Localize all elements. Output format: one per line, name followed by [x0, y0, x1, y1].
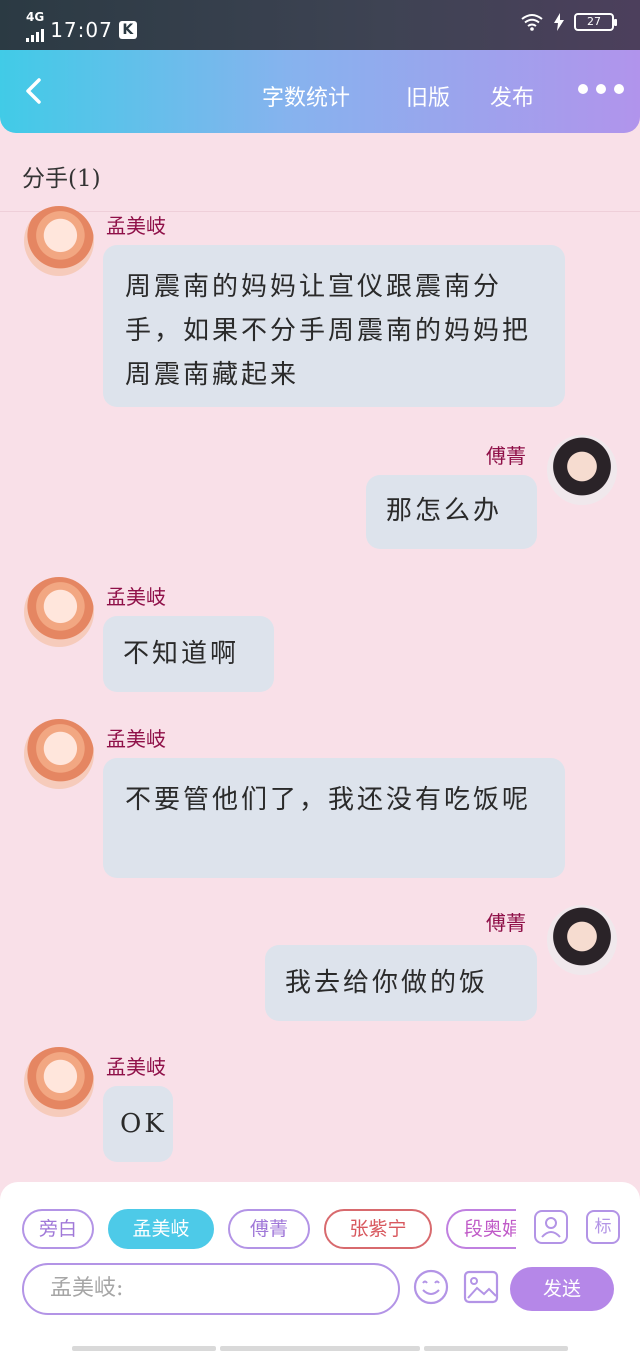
back-icon[interactable] [18, 74, 52, 108]
nav-bar-segment [220, 1346, 420, 1351]
avatar[interactable] [547, 435, 617, 505]
status-right: 27 [520, 13, 617, 31]
speaker-name: 孟美岐 [106, 727, 166, 751]
role-chip-active[interactable]: 孟美岐 [108, 1209, 214, 1249]
tag-button[interactable]: 标 [586, 1210, 620, 1244]
message-bubble[interactable]: 不要管他们了，我还没有吃饭呢 [103, 758, 565, 878]
avatar[interactable] [24, 206, 94, 276]
speaker-name: 孟美岐 [106, 585, 166, 609]
message-bubble[interactable]: 周震南的妈妈让宣仪跟震南分手，如果不分手周震南的妈妈把周震南藏起来 [103, 245, 565, 407]
nav-bar-segment [72, 1346, 216, 1351]
avatar-edit-icon[interactable] [534, 1210, 568, 1244]
avatar[interactable] [24, 1047, 94, 1117]
message-bubble[interactable]: 我去给你做的饭 [265, 945, 537, 1021]
app-badge-icon: K [118, 20, 137, 39]
role-chip[interactable]: 傅菁 [228, 1209, 310, 1249]
battery-icon: 27 [574, 13, 617, 31]
publish-link[interactable]: 发布 [490, 80, 534, 112]
image-icon[interactable] [463, 1270, 499, 1304]
status-bar: 4G 17:07 K 27 [0, 0, 640, 50]
editor-header: 字数统计 旧版 发布 [0, 50, 640, 133]
role-chip-narrator[interactable]: 旁白 [22, 1209, 94, 1249]
avatar[interactable] [24, 577, 94, 647]
role-chip-partial[interactable]: 段奥娟 [446, 1209, 516, 1249]
word-count-link[interactable]: 字数统计 [262, 80, 350, 112]
message-bubble[interactable]: OK [103, 1086, 173, 1162]
send-button[interactable]: 发送 [510, 1267, 614, 1311]
signal-bars-icon [26, 28, 44, 42]
chapter-title[interactable]: 分手(1) [22, 159, 101, 193]
speaker-name: 傅菁 [486, 444, 526, 468]
message-input[interactable]: 孟美岐: [22, 1263, 400, 1315]
nav-bar-segment [424, 1346, 568, 1351]
person-icon [541, 1217, 561, 1238]
more-options-icon[interactable] [578, 84, 624, 94]
emoji-icon[interactable] [412, 1268, 450, 1306]
role-chip[interactable]: 张紫宁 [324, 1209, 432, 1249]
speaker-name: 傅菁 [486, 911, 526, 935]
composer-panel: 旁白 孟美岐 傅菁 张紫宁 段奥娟 标 孟美岐: 发送 [0, 1182, 640, 1351]
charging-icon [554, 13, 564, 31]
avatar[interactable] [24, 719, 94, 789]
avatar[interactable] [547, 905, 617, 975]
network-type: 4G [26, 10, 45, 24]
speaker-name: 孟美岐 [106, 214, 166, 238]
message-bubble[interactable]: 不知道啊 [103, 616, 274, 692]
clock: 17:07 [50, 17, 113, 42]
wifi-icon [521, 14, 543, 31]
status-left: 4G 17:07 K [26, 10, 137, 47]
speaker-name: 孟美岐 [106, 1055, 166, 1079]
old-version-link[interactable]: 旧版 [406, 80, 450, 112]
signal-indicator: 4G [26, 10, 45, 47]
chapter-bar: 分手(1) [0, 133, 640, 212]
message-bubble[interactable]: 那怎么办 [366, 475, 537, 549]
